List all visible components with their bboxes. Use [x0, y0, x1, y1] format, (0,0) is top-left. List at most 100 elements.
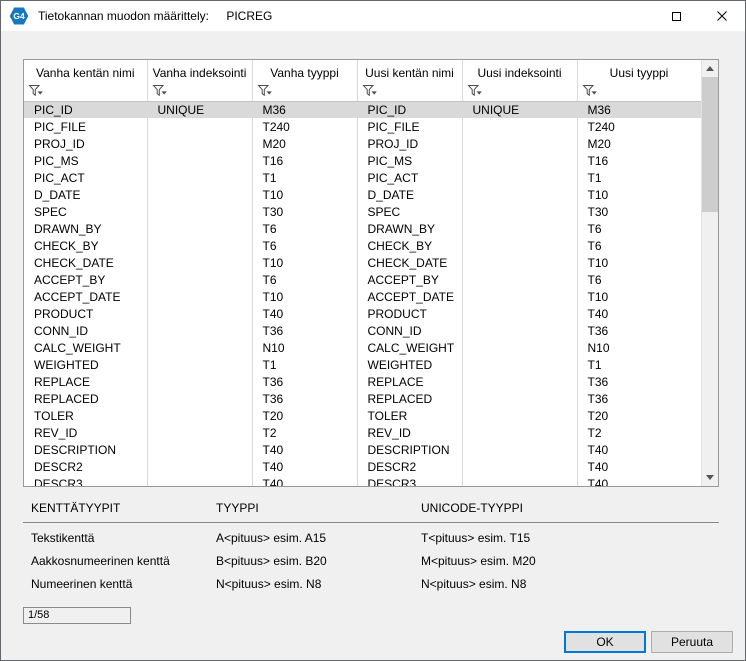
table-cell[interactable]: [147, 390, 252, 407]
table-cell[interactable]: T36: [577, 322, 701, 339]
table-cell[interactable]: [147, 186, 252, 203]
table-row[interactable]: REV_IDT2REV_IDT2: [24, 424, 701, 441]
table-cell[interactable]: M20: [577, 135, 701, 152]
table-row[interactable]: PRODUCTT40PRODUCTT40: [24, 305, 701, 322]
table-cell[interactable]: [147, 373, 252, 390]
table-cell[interactable]: REPLACED: [24, 390, 147, 407]
table-cell[interactable]: PIC_MS: [357, 152, 462, 169]
table-cell[interactable]: PRODUCT: [24, 305, 147, 322]
table-cell[interactable]: PIC_ID: [357, 101, 462, 118]
table-cell[interactable]: T6: [577, 220, 701, 237]
table-row[interactable]: ACCEPT_BYT6ACCEPT_BYT6: [24, 271, 701, 288]
close-button[interactable]: [699, 1, 745, 31]
table-cell[interactable]: [147, 254, 252, 271]
table-cell[interactable]: T40: [252, 441, 357, 458]
table-cell[interactable]: T40: [252, 458, 357, 475]
table-cell[interactable]: [462, 254, 577, 271]
cancel-button[interactable]: Peruuta: [651, 631, 733, 653]
table-cell[interactable]: ACCEPT_BY: [24, 271, 147, 288]
table-cell[interactable]: [462, 186, 577, 203]
table-row[interactable]: TOLERT20TOLERT20: [24, 407, 701, 424]
table-row[interactable]: PIC_ACTT1PIC_ACTT1: [24, 169, 701, 186]
table-cell[interactable]: [147, 424, 252, 441]
table-row[interactable]: CHECK_DATET10CHECK_DATET10: [24, 254, 701, 271]
vertical-scrollbar[interactable]: [701, 60, 718, 486]
table-row[interactable]: PIC_MST16PIC_MST16: [24, 152, 701, 169]
table-cell[interactable]: T30: [577, 203, 701, 220]
table-cell[interactable]: [462, 152, 577, 169]
table-cell[interactable]: T36: [577, 390, 701, 407]
filter-icon[interactable]: [257, 84, 272, 97]
table-cell[interactable]: T10: [252, 254, 357, 271]
table-cell[interactable]: T40: [252, 305, 357, 322]
table-cell[interactable]: T16: [252, 152, 357, 169]
table-cell[interactable]: DESCR2: [24, 458, 147, 475]
table-row[interactable]: DESCR3T40DESCR3T40: [24, 475, 701, 486]
table-cell[interactable]: D_DATE: [357, 186, 462, 203]
table-cell[interactable]: REPLACE: [24, 373, 147, 390]
table-cell[interactable]: [147, 135, 252, 152]
table-cell[interactable]: SPEC: [24, 203, 147, 220]
table-cell[interactable]: [147, 237, 252, 254]
table-cell[interactable]: [147, 203, 252, 220]
table-cell[interactable]: M36: [577, 101, 701, 118]
table-row[interactable]: DESCR2T40DESCR2T40: [24, 458, 701, 475]
filter-icon[interactable]: [362, 84, 377, 97]
table-cell[interactable]: REV_ID: [24, 424, 147, 441]
table-cell[interactable]: [462, 356, 577, 373]
table-cell[interactable]: [462, 288, 577, 305]
table-cell[interactable]: [462, 203, 577, 220]
table-cell[interactable]: [147, 152, 252, 169]
filter-icon[interactable]: [152, 84, 167, 97]
table-cell[interactable]: T36: [252, 373, 357, 390]
table-cell[interactable]: [147, 322, 252, 339]
table-cell[interactable]: [147, 305, 252, 322]
table-cell[interactable]: T10: [577, 186, 701, 203]
column-header-4[interactable]: Uusi kentän nimi: [357, 60, 462, 83]
scroll-thumb[interactable]: [702, 77, 718, 212]
table-cell[interactable]: REV_ID: [357, 424, 462, 441]
table-cell[interactable]: [462, 373, 577, 390]
table-cell[interactable]: CONN_ID: [357, 322, 462, 339]
table-cell[interactable]: T1: [577, 356, 701, 373]
table-cell[interactable]: [147, 220, 252, 237]
table-cell[interactable]: [147, 441, 252, 458]
filter-icon[interactable]: [28, 84, 43, 97]
maximize-button[interactable]: [653, 1, 699, 31]
table-cell[interactable]: D_DATE: [24, 186, 147, 203]
table-cell[interactable]: N10: [252, 339, 357, 356]
filter-icon[interactable]: [467, 84, 482, 97]
table-cell[interactable]: ACCEPT_BY: [357, 271, 462, 288]
table-cell[interactable]: [147, 356, 252, 373]
table-cell[interactable]: UNIQUE: [462, 101, 577, 118]
table-cell[interactable]: T20: [577, 407, 701, 424]
table-cell[interactable]: M36: [252, 101, 357, 118]
table-cell[interactable]: [462, 271, 577, 288]
table-row[interactable]: DRAWN_BYT6DRAWN_BYT6: [24, 220, 701, 237]
table-cell[interactable]: T10: [252, 186, 357, 203]
table-cell[interactable]: [147, 407, 252, 424]
table-cell[interactable]: DESCRIPTION: [24, 441, 147, 458]
table-cell[interactable]: PROJ_ID: [24, 135, 147, 152]
table-cell[interactable]: [147, 475, 252, 486]
table-cell[interactable]: REPLACED: [357, 390, 462, 407]
table-cell[interactable]: DRAWN_BY: [24, 220, 147, 237]
table-cell[interactable]: PIC_FILE: [24, 118, 147, 135]
table-cell[interactable]: SPEC: [357, 203, 462, 220]
table-cell[interactable]: CALC_WEIGHT: [357, 339, 462, 356]
table-cell[interactable]: CALC_WEIGHT: [24, 339, 147, 356]
table-row[interactable]: REPLACET36REPLACET36: [24, 373, 701, 390]
table-cell[interactable]: T10: [577, 254, 701, 271]
table-cell[interactable]: T2: [252, 424, 357, 441]
table-cell[interactable]: [462, 475, 577, 486]
table-row[interactable]: CONN_IDT36CONN_IDT36: [24, 322, 701, 339]
table-cell[interactable]: [147, 339, 252, 356]
table-cell[interactable]: T36: [577, 373, 701, 390]
table-cell[interactable]: PIC_MS: [24, 152, 147, 169]
table-cell[interactable]: [147, 271, 252, 288]
table-cell[interactable]: T40: [252, 475, 357, 486]
table-row-selected[interactable]: PIC_IDUNIQUEM36PIC_IDUNIQUEM36: [24, 101, 701, 118]
table-cell[interactable]: T1: [252, 356, 357, 373]
table-cell[interactable]: WEIGHTED: [24, 356, 147, 373]
table-cell[interactable]: [462, 407, 577, 424]
